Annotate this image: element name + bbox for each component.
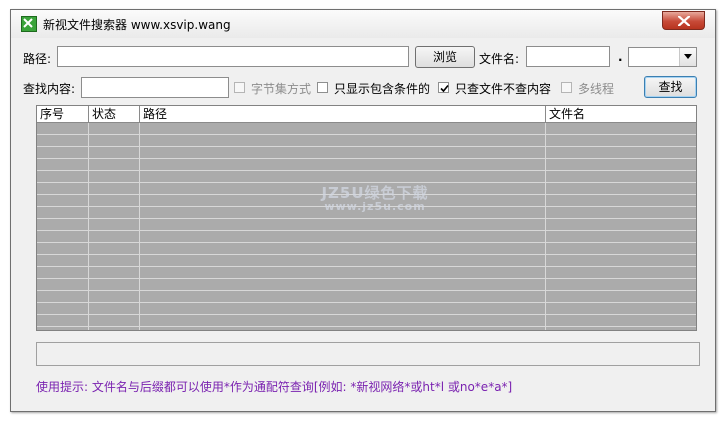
checkmark-icon: [440, 84, 449, 93]
table-rows: [37, 123, 696, 330]
path-label: 路径:: [23, 52, 52, 66]
path-input[interactable]: [57, 46, 409, 67]
window-title: 新视文件搜索器 www.xsvip.wang: [43, 18, 231, 32]
content-input[interactable]: [81, 77, 229, 98]
extension-dot: .: [618, 50, 623, 64]
only-file-checkbox[interactable]: [438, 82, 449, 93]
show-match-checkbox[interactable]: [317, 82, 328, 93]
only-file-label: 只查文件不查内容: [455, 82, 552, 96]
multithread-checkbox[interactable]: [561, 82, 572, 93]
close-button[interactable]: [662, 11, 705, 30]
charset-checkbox[interactable]: [234, 82, 245, 93]
show-match-label: 只显示包含条件的: [334, 82, 431, 96]
search-button[interactable]: 查找: [644, 76, 697, 98]
watermark-line1: JZ5U绿色下载: [321, 184, 429, 202]
column-header-path[interactable]: 路径: [140, 106, 546, 122]
client-area: 路径: 浏览 文件名: . 查找内容: 字节集方式 只显示包含条件的 只查文件不…: [17, 38, 709, 405]
column-header-filename[interactable]: 文件名: [546, 106, 696, 122]
app-icon: [21, 16, 37, 32]
extension-select[interactable]: [628, 47, 697, 67]
charset-label: 字节集方式: [251, 82, 312, 96]
usage-tip: 使用提示: 文件名与后缀都可以使用*作为通配符查询[例如: *新视网络*或ht*…: [36, 380, 513, 394]
table-header: 序号 状态 路径 文件名: [37, 106, 696, 123]
filename-input[interactable]: [526, 46, 610, 67]
column-header-index[interactable]: 序号: [37, 106, 89, 122]
title-bar[interactable]: 新视文件搜索器 www.xsvip.wang: [11, 10, 715, 38]
dropdown-arrow[interactable]: [679, 48, 696, 66]
watermark-line2: www.jz5u.com: [324, 200, 426, 213]
browse-button[interactable]: 浏览: [415, 46, 475, 68]
watermark: JZ5U绿色下载 www.jz5u.com: [295, 186, 455, 214]
chevron-down-icon: [684, 54, 692, 59]
filename-label: 文件名:: [479, 52, 520, 66]
close-icon: [678, 16, 690, 26]
column-header-status[interactable]: 状态: [89, 106, 140, 122]
app-window: 新视文件搜索器 www.xsvip.wang 路径: 浏览 文件名: . 查找内…: [10, 9, 716, 412]
status-panel: [36, 342, 700, 366]
multithread-label: 多线程: [578, 82, 615, 96]
content-label: 查找内容:: [23, 82, 76, 96]
results-table[interactable]: 序号 状态 路径 文件名 JZ5U绿色下载 www.jz5u.com: [36, 105, 697, 331]
